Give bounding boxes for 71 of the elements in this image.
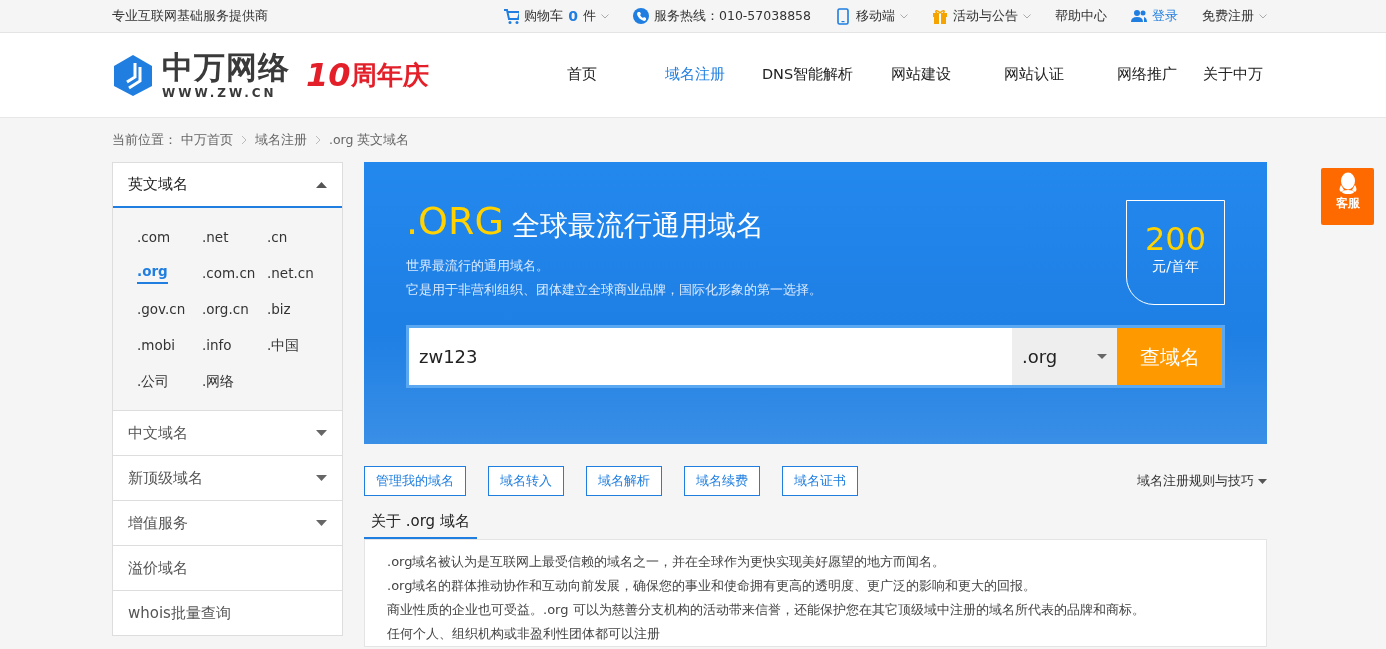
chevron-right-icon — [241, 135, 247, 145]
caret-down-icon — [1258, 478, 1267, 484]
banner-text: 它是用于非营利组织、团体建立全球商业品牌，国际化形象的第一选择。 — [406, 281, 822, 299]
phone-icon — [633, 7, 649, 25]
sidebar-item[interactable]: whois批量查询 — [113, 590, 342, 635]
top-bar-link[interactable]: 购物车 0 件 — [503, 5, 609, 27]
sidebar-item[interactable]: 中文域名 — [113, 410, 342, 455]
caret-down-icon — [1097, 354, 1107, 359]
domain-link[interactable]: .com — [137, 226, 202, 248]
sidebar-item[interactable]: 新顶级域名 — [113, 455, 342, 500]
about-paragraph: 任何个人、组织机构或非盈利性团体都可以注册 — [387, 624, 661, 643]
action-button[interactable]: 管理我的域名 — [364, 466, 466, 496]
suffix-select[interactable]: .org — [1012, 328, 1117, 385]
domain-link[interactable]: .mobi — [137, 334, 202, 356]
action-button[interactable]: 域名解析 — [586, 466, 662, 496]
gift-icon — [932, 7, 948, 25]
domain-link[interactable]: .org.cn — [202, 298, 267, 320]
domain-link[interactable]: .org — [137, 262, 168, 284]
penguin-icon — [1337, 172, 1358, 194]
price-unit: 元/首年 — [1151, 257, 1200, 276]
top-bar-link[interactable]: 移动端 — [835, 6, 908, 26]
cart-icon — [503, 7, 520, 25]
breadcrumb-link[interactable]: 中万首页 — [181, 130, 233, 150]
logo-name: 中万网络 — [162, 51, 290, 83]
domain-link[interactable]: .cn — [267, 226, 332, 248]
chevron-right-icon — [315, 135, 321, 145]
nav-link[interactable]: 网站建设 — [864, 64, 977, 86]
top-bar-link[interactable]: 登录 — [1131, 6, 1178, 26]
anniversary-text: 周年庆 — [350, 62, 429, 88]
breadcrumb-link[interactable]: .org 英文域名 — [329, 130, 410, 150]
price-amount: 200 — [1143, 223, 1208, 255]
logo-icon — [112, 54, 154, 96]
top-bar-link[interactable]: 帮助中心 — [1055, 6, 1107, 26]
domain-link[interactable]: .biz — [267, 298, 332, 320]
nav-link[interactable]: 域名注册 — [638, 64, 751, 86]
banner-title: 全球最流行通用域名 — [511, 212, 764, 240]
sidebar-item[interactable]: 增值服务 — [113, 500, 342, 545]
about-paragraph: .org域名被认为是互联网上最受信赖的域名之一，并在全球作为更快实现美好愿望的地方而闻名。 — [387, 552, 947, 571]
domain-link[interactable]: .net — [202, 226, 267, 248]
nav-link[interactable]: 首页 — [525, 64, 638, 86]
top-bar-link[interactable]: 免费注册 — [1202, 6, 1267, 26]
nav-link[interactable]: 关于中万 — [1203, 64, 1261, 86]
domain-link[interactable]: .com.cn — [202, 262, 267, 284]
domain-link[interactable]: .net.cn — [267, 262, 332, 284]
domain-link[interactable]: .info — [202, 334, 267, 356]
users-icon — [1131, 7, 1147, 25]
banner-text: 世界最流行的通用域名。 — [406, 257, 550, 275]
domain-link[interactable]: .网络 — [202, 370, 267, 392]
domain-search-field[interactable]: zw123 — [409, 328, 1012, 385]
rules-tips-link[interactable]: 域名注册规则与技巧 — [1137, 471, 1267, 491]
nav-link[interactable]: 网站认证 — [977, 64, 1090, 86]
domain-link[interactable]: .公司 — [137, 370, 202, 392]
mobile-icon — [835, 7, 851, 25]
breadcrumb-link[interactable]: 域名注册 — [255, 130, 307, 150]
domain-link[interactable]: .中国 — [267, 334, 332, 356]
top-bar-link[interactable]: 活动与公告 — [932, 6, 1031, 26]
action-button[interactable]: 域名续费 — [684, 466, 760, 496]
action-button[interactable]: 域名证书 — [782, 466, 858, 496]
sidebar-item[interactable]: 溢价域名 — [113, 545, 342, 590]
nav-link[interactable]: 网络推广 — [1090, 64, 1203, 86]
nav-link[interactable]: DNS智能解析 — [751, 64, 864, 86]
about-paragraph: .org域名的群体推动协作和互动向前发展，确保您的事业和使命拥有更高的透明度、更广泛的影响和更大的回报。 — [387, 576, 1038, 595]
breadcrumb-label: 当前位置： — [112, 130, 177, 149]
anniversary-number: 10 — [306, 59, 351, 91]
tagline: 专业互联网基础服务提供商 — [112, 6, 268, 25]
logo-url: WWW.ZW.CN — [162, 86, 278, 99]
top-bar-link[interactable]: 服务热线：010-57038858 — [633, 6, 811, 26]
domain-link[interactable]: .gov.cn — [137, 298, 202, 320]
about-paragraph: 商业性质的企业也可受益。.org 可以为慈善分支机构的活动带来信誉，还能保护您在其它顶级域中注册的域名所代表的品牌和商标。 — [387, 600, 1146, 619]
tld-title: .ORG — [406, 202, 504, 240]
action-button[interactable]: 域名转入 — [488, 466, 564, 496]
